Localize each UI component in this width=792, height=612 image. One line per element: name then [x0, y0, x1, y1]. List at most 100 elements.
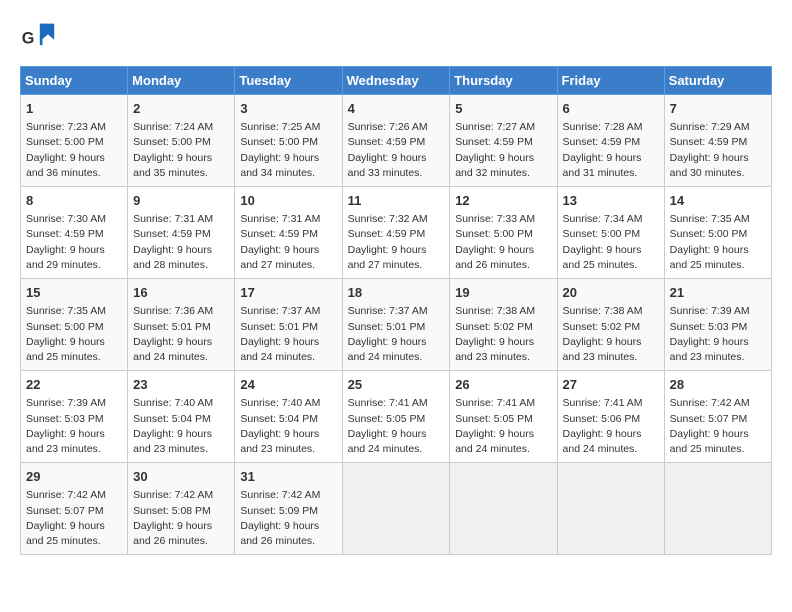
calendar-week-row: 15 Sunrise: 7:35 AM Sunset: 5:00 PM Dayli…	[21, 279, 772, 371]
day-number: 15	[26, 284, 122, 302]
column-header-tuesday: Tuesday	[235, 67, 342, 95]
calendar-cell: 29 Sunrise: 7:42 AM Sunset: 5:07 PM Dayli…	[21, 463, 128, 555]
calendar-cell: 1Sunrise: 7:23 AM Sunset: 5:00 PM Daylig…	[21, 95, 128, 187]
day-number: 11	[348, 192, 445, 210]
day-info: Sunrise: 7:34 AM Sunset: 5:00 PM Dayligh…	[563, 212, 659, 273]
column-header-monday: Monday	[128, 67, 235, 95]
day-info: Sunrise: 7:35 AM Sunset: 5:00 PM Dayligh…	[26, 304, 122, 365]
day-number: 27	[563, 376, 659, 394]
column-header-wednesday: Wednesday	[342, 67, 450, 95]
calendar-cell: 6Sunrise: 7:28 AM Sunset: 4:59 PM Daylig…	[557, 95, 664, 187]
column-header-saturday: Saturday	[664, 67, 771, 95]
calendar-cell: 14Sunrise: 7:35 AM Sunset: 5:00 PM Dayli…	[664, 187, 771, 279]
day-number: 29	[26, 468, 122, 486]
day-number: 10	[240, 192, 336, 210]
day-info: Sunrise: 7:41 AM Sunset: 5:06 PM Dayligh…	[563, 396, 659, 457]
calendar-cell: 30 Sunrise: 7:42 AM Sunset: 5:08 PM Dayli…	[128, 463, 235, 555]
calendar-cell: 24 Sunrise: 7:40 AM Sunset: 5:04 PM Dayli…	[235, 371, 342, 463]
day-number: 4	[348, 100, 445, 118]
day-info: Sunrise: 7:41 AM Sunset: 5:05 PM Dayligh…	[348, 396, 445, 457]
day-info: Sunrise: 7:38 AM Sunset: 5:02 PM Dayligh…	[455, 304, 551, 365]
day-number: 21	[670, 284, 766, 302]
calendar-cell: 5Sunrise: 7:27 AM Sunset: 4:59 PM Daylig…	[450, 95, 557, 187]
day-info: Sunrise: 7:25 AM Sunset: 5:00 PM Dayligh…	[240, 120, 336, 181]
day-number: 24	[240, 376, 336, 394]
day-info: Sunrise: 7:33 AM Sunset: 5:00 PM Dayligh…	[455, 212, 551, 273]
day-info: Sunrise: 7:30 AM Sunset: 4:59 PM Dayligh…	[26, 212, 122, 273]
calendar-cell: 19 Sunrise: 7:38 AM Sunset: 5:02 PM Dayli…	[450, 279, 557, 371]
calendar-cell: 31 Sunrise: 7:42 AM Sunset: 5:09 PM Dayli…	[235, 463, 342, 555]
calendar-cell: 16 Sunrise: 7:36 AM Sunset: 5:01 PM Dayli…	[128, 279, 235, 371]
day-info: Sunrise: 7:42 AM Sunset: 5:08 PM Dayligh…	[133, 488, 229, 549]
calendar-cell: 26 Sunrise: 7:41 AM Sunset: 5:05 PM Dayli…	[450, 371, 557, 463]
day-number: 8	[26, 192, 122, 210]
calendar-cell: 9 Sunrise: 7:31 AM Sunset: 4:59 PM Daylig…	[128, 187, 235, 279]
day-info: Sunrise: 7:42 AM Sunset: 5:07 PM Dayligh…	[670, 396, 766, 457]
calendar-cell: 25Sunrise: 7:41 AM Sunset: 5:05 PM Dayli…	[342, 371, 450, 463]
calendar-header-row: SundayMondayTuesdayWednesdayThursdayFrid…	[21, 67, 772, 95]
day-number: 20	[563, 284, 659, 302]
calendar-week-row: 1Sunrise: 7:23 AM Sunset: 5:00 PM Daylig…	[21, 95, 772, 187]
day-number: 2	[133, 100, 229, 118]
day-info: Sunrise: 7:39 AM Sunset: 5:03 PM Dayligh…	[670, 304, 766, 365]
day-info: Sunrise: 7:24 AM Sunset: 5:00 PM Dayligh…	[133, 120, 229, 181]
calendar-cell: 2 Sunrise: 7:24 AM Sunset: 5:00 PM Daylig…	[128, 95, 235, 187]
day-number: 28	[670, 376, 766, 394]
calendar-cell	[450, 463, 557, 555]
day-info: Sunrise: 7:37 AM Sunset: 5:01 PM Dayligh…	[240, 304, 336, 365]
day-info: Sunrise: 7:41 AM Sunset: 5:05 PM Dayligh…	[455, 396, 551, 457]
calendar-week-row: 8 Sunrise: 7:30 AM Sunset: 4:59 PM Daylig…	[21, 187, 772, 279]
day-number: 17	[240, 284, 336, 302]
day-info: Sunrise: 7:40 AM Sunset: 5:04 PM Dayligh…	[240, 396, 336, 457]
day-info: Sunrise: 7:29 AM Sunset: 4:59 PM Dayligh…	[670, 120, 766, 181]
day-number: 19	[455, 284, 551, 302]
calendar-cell: 4Sunrise: 7:26 AM Sunset: 4:59 PM Daylig…	[342, 95, 450, 187]
day-number: 22	[26, 376, 122, 394]
logo-icon: G	[20, 20, 56, 56]
day-info: Sunrise: 7:42 AM Sunset: 5:07 PM Dayligh…	[26, 488, 122, 549]
calendar-cell: 20 Sunrise: 7:38 AM Sunset: 5:02 PM Dayli…	[557, 279, 664, 371]
calendar-cell: 17 Sunrise: 7:37 AM Sunset: 5:01 PM Dayli…	[235, 279, 342, 371]
day-info: Sunrise: 7:31 AM Sunset: 4:59 PM Dayligh…	[240, 212, 336, 273]
day-number: 13	[563, 192, 659, 210]
day-number: 31	[240, 468, 336, 486]
calendar-cell: 13 Sunrise: 7:34 AM Sunset: 5:00 PM Dayli…	[557, 187, 664, 279]
day-number: 12	[455, 192, 551, 210]
calendar-cell: 15 Sunrise: 7:35 AM Sunset: 5:00 PM Dayli…	[21, 279, 128, 371]
calendar-week-row: 29 Sunrise: 7:42 AM Sunset: 5:07 PM Dayli…	[21, 463, 772, 555]
day-number: 26	[455, 376, 551, 394]
day-number: 23	[133, 376, 229, 394]
day-number: 30	[133, 468, 229, 486]
calendar-cell: 7 Sunrise: 7:29 AM Sunset: 4:59 PM Daylig…	[664, 95, 771, 187]
day-info: Sunrise: 7:36 AM Sunset: 5:01 PM Dayligh…	[133, 304, 229, 365]
calendar-cell: 18 Sunrise: 7:37 AM Sunset: 5:01 PM Dayli…	[342, 279, 450, 371]
day-number: 5	[455, 100, 551, 118]
calendar-cell	[557, 463, 664, 555]
column-header-thursday: Thursday	[450, 67, 557, 95]
page-header: G	[20, 20, 772, 56]
day-number: 9	[133, 192, 229, 210]
calendar-cell: 3Sunrise: 7:25 AM Sunset: 5:00 PM Daylig…	[235, 95, 342, 187]
calendar-cell	[664, 463, 771, 555]
day-number: 18	[348, 284, 445, 302]
day-info: Sunrise: 7:40 AM Sunset: 5:04 PM Dayligh…	[133, 396, 229, 457]
day-info: Sunrise: 7:38 AM Sunset: 5:02 PM Dayligh…	[563, 304, 659, 365]
calendar-week-row: 22 Sunrise: 7:39 AM Sunset: 5:03 PM Dayli…	[21, 371, 772, 463]
calendar-cell: 10 Sunrise: 7:31 AM Sunset: 4:59 PM Dayli…	[235, 187, 342, 279]
calendar-table: SundayMondayTuesdayWednesdayThursdayFrid…	[20, 66, 772, 555]
calendar-cell: 11 Sunrise: 7:32 AM Sunset: 4:59 PM Dayli…	[342, 187, 450, 279]
calendar-cell: 28 Sunrise: 7:42 AM Sunset: 5:07 PM Dayli…	[664, 371, 771, 463]
svg-text:G: G	[22, 29, 35, 47]
calendar-cell: 27 Sunrise: 7:41 AM Sunset: 5:06 PM Dayli…	[557, 371, 664, 463]
day-info: Sunrise: 7:32 AM Sunset: 4:59 PM Dayligh…	[348, 212, 445, 273]
day-info: Sunrise: 7:39 AM Sunset: 5:03 PM Dayligh…	[26, 396, 122, 457]
day-info: Sunrise: 7:31 AM Sunset: 4:59 PM Dayligh…	[133, 212, 229, 273]
logo: G	[20, 20, 62, 56]
day-info: Sunrise: 7:37 AM Sunset: 5:01 PM Dayligh…	[348, 304, 445, 365]
column-header-friday: Friday	[557, 67, 664, 95]
day-info: Sunrise: 7:23 AM Sunset: 5:00 PM Dayligh…	[26, 120, 122, 181]
day-info: Sunrise: 7:42 AM Sunset: 5:09 PM Dayligh…	[240, 488, 336, 549]
day-number: 6	[563, 100, 659, 118]
day-number: 7	[670, 100, 766, 118]
day-number: 16	[133, 284, 229, 302]
